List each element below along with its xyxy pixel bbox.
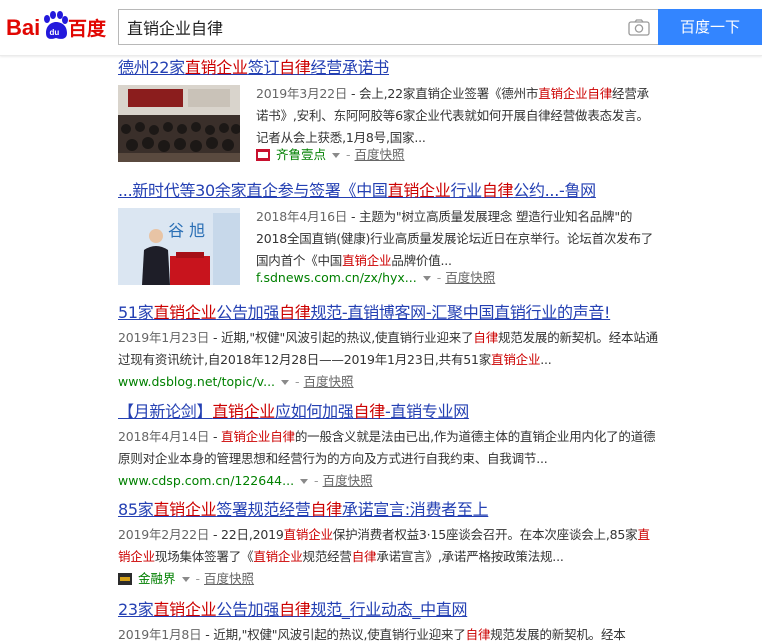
result-source[interactable]: 金融界 xyxy=(138,568,176,590)
chevron-down-icon[interactable] xyxy=(422,275,431,281)
result-source-line: 齐鲁壹点 - 百度快照 xyxy=(256,144,405,166)
result-url[interactable]: www.cdsp.com.cn/122644... xyxy=(118,470,294,492)
site-favicon-icon xyxy=(118,573,132,585)
result-abstract: 2019年1月23日 - 近期,"权健"风波引起的热议,使直销行业迎来了自律规范… xyxy=(118,330,658,367)
result-title[interactable]: 【月新论剑】直销企业应如何加强自律-直销专业网 xyxy=(118,401,658,423)
result-abstract: 2019年3月22日 - 会上,22家直销企业签署《德州市直销企业自律经营承诺书… xyxy=(256,86,649,145)
result-url[interactable]: f.sdnews.com.cn/zx/hyx... xyxy=(256,267,417,289)
result-abstract: 2019年1月8日 - 近期,"权健"风波引起的热议,使直销行业迎来了自律规范发… xyxy=(118,627,626,642)
result-title[interactable]: ...新时代等30余家直企参与签署《中国直销企业行业自律公约...-鲁网 xyxy=(118,180,596,202)
result-item: 23家直销企业公告加强自律规范_行业动态_中直网 2019年1月8日 - 近期,… xyxy=(118,599,658,643)
camera-icon[interactable] xyxy=(628,19,650,36)
snapshot-link[interactable]: 百度快照 xyxy=(304,371,354,393)
result-item: 51家直销企业公告加强自律规范-直销博客网-汇聚中国直销行业的声音! 2019年… xyxy=(118,302,658,393)
result-source[interactable]: 齐鲁壹点 xyxy=(276,144,326,166)
chevron-down-icon[interactable] xyxy=(300,478,309,484)
snapshot-link[interactable]: 百度快照 xyxy=(445,267,495,289)
result-url[interactable]: www.dsblog.net/topic/v... xyxy=(118,371,275,393)
thumbnail-caption: 谷 旭 xyxy=(168,221,205,240)
svg-text:du: du xyxy=(50,28,60,37)
result-source-line: 金融界 - 百度快照 xyxy=(118,568,658,590)
result-abstract: 2018年4月16日 - 主题为"树立高质量发展理念 塑造行业知名品牌"的201… xyxy=(256,209,654,268)
search-button[interactable]: 百度一下 xyxy=(658,9,762,45)
result-abstract: 2019年2月22日 - 22日,2019直销企业保护消费者权益3·15座谈会召… xyxy=(118,527,650,564)
svg-text:百度: 百度 xyxy=(68,17,107,40)
result-title[interactable]: 23家直销企业公告加强自律规范_行业动态_中直网 xyxy=(118,599,658,621)
result-item: 【月新论剑】直销企业应如何加强自律-直销专业网 2018年4月14日 - 直销企… xyxy=(118,401,658,492)
result-title[interactable]: 德州22家直销企业签订自律经营承诺书 xyxy=(118,57,389,79)
search-input[interactable] xyxy=(127,10,617,44)
result-thumbnail[interactable]: 谷 旭 xyxy=(118,208,240,285)
result-title[interactable]: 85家直销企业签署规范经营自律承诺宣言:消费者至上 xyxy=(118,499,658,521)
result-source-line: www.cdsp.com.cn/122644... - 百度快照 xyxy=(118,470,658,492)
chevron-down-icon[interactable] xyxy=(281,379,290,385)
chevron-down-icon[interactable] xyxy=(181,576,190,582)
result-abstract: 2018年4月14日 - 直销企业自律的一般含义就是法由已出,作为道德主体的直销… xyxy=(118,429,656,466)
search-box xyxy=(118,9,658,45)
svg-text:Bai: Bai xyxy=(6,15,40,40)
snapshot-link[interactable]: 百度快照 xyxy=(204,568,254,590)
header: Bai du 百度 百度一下 xyxy=(0,0,762,56)
chevron-down-icon[interactable] xyxy=(332,152,341,158)
result-source-line: f.sdnews.com.cn/zx/hyx... - 百度快照 xyxy=(256,267,495,289)
snapshot-link[interactable]: 百度快照 xyxy=(355,144,405,166)
baidu-logo[interactable]: Bai du 百度 xyxy=(6,8,110,46)
result-item: 85家直销企业签署规范经营自律承诺宣言:消费者至上 2019年2月22日 - 2… xyxy=(118,499,658,590)
snapshot-link[interactable]: 百度快照 xyxy=(323,470,373,492)
result-title[interactable]: 51家直销企业公告加强自律规范-直销博客网-汇聚中国直销行业的声音! xyxy=(118,302,658,324)
result-source-line: www.dsblog.net/topic/v... - 百度快照 xyxy=(118,371,658,393)
result-thumbnail[interactable] xyxy=(118,85,240,162)
site-favicon-icon xyxy=(256,149,270,161)
